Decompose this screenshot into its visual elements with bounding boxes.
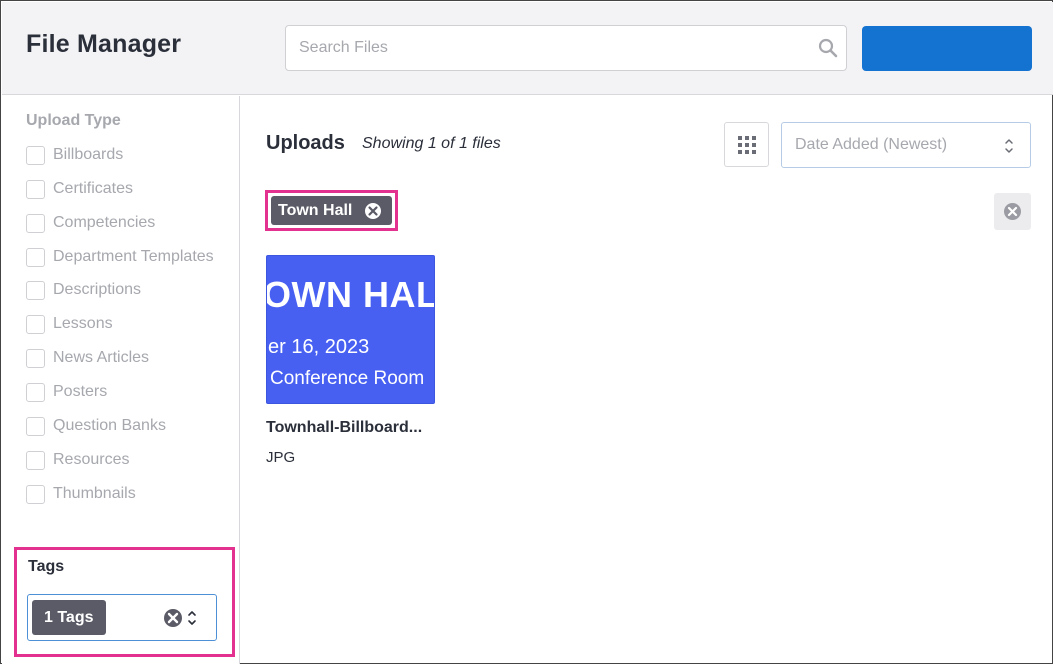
upload-type-item[interactable]: Department Templates <box>26 246 226 267</box>
sort-selected-value: Date Added (Newest) <box>795 136 948 153</box>
top-header: File Manager <box>2 2 1053 95</box>
tags-count-badge: 1 Tags <box>32 600 106 635</box>
checkbox[interactable] <box>26 180 45 199</box>
upload-type-item[interactable]: Question Banks <box>26 415 226 436</box>
upload-type-label: News Articles <box>53 349 150 366</box>
file-card[interactable]: OWN HAL er 16, 2023 Conference Room Town… <box>266 255 436 466</box>
upload-type-label: Descriptions <box>53 281 142 298</box>
upload-type-list: Billboards Certificates Competencies Dep… <box>26 144 226 504</box>
clear-filters-button[interactable] <box>994 193 1031 230</box>
upload-type-item[interactable]: Certificates <box>26 178 226 199</box>
upload-type-label: Thumbnails <box>53 485 136 502</box>
checkbox[interactable] <box>26 485 45 504</box>
tags-select[interactable]: 1 Tags <box>27 594 217 641</box>
thumbnail-text: er 16, 2023 <box>268 336 370 358</box>
remove-filter-icon[interactable] <box>364 202 382 220</box>
upload-type-item[interactable]: Posters <box>26 381 226 402</box>
checkbox[interactable] <box>26 451 45 470</box>
checkbox[interactable] <box>26 281 45 300</box>
checkbox[interactable] <box>26 383 45 402</box>
uploads-title: Uploads <box>266 132 345 154</box>
clear-tags-icon[interactable] <box>163 608 183 628</box>
clear-icon <box>1004 203 1021 220</box>
upload-type-label: Posters <box>53 383 108 400</box>
upload-type-item[interactable]: Descriptions <box>26 279 226 300</box>
upload-type-item[interactable]: Lessons <box>26 313 226 334</box>
checkbox[interactable] <box>26 315 45 334</box>
upload-type-item[interactable]: News Articles <box>26 347 226 368</box>
filter-chip-label: Town Hall <box>278 202 353 219</box>
file-name[interactable]: Townhall-Billboard... <box>266 419 436 437</box>
upload-type-label: Certificates <box>53 180 134 197</box>
upload-type-label: Competencies <box>53 214 156 231</box>
tags-heading: Tags <box>28 558 65 575</box>
app-window: File Manager Upload Type Billboards Cert… <box>0 0 1053 664</box>
sort-select[interactable]: Date Added (Newest) <box>781 122 1031 168</box>
upload-type-label: Department Templates <box>53 248 214 265</box>
tags-filter-panel: Tags 1 Tags <box>14 547 235 657</box>
checkbox[interactable] <box>26 248 45 267</box>
grid-icon <box>738 136 756 154</box>
active-filter-highlight: Town Hall <box>265 190 398 231</box>
grid-view-button[interactable] <box>724 122 769 167</box>
checkbox[interactable] <box>26 146 45 165</box>
file-type: JPG <box>266 449 296 466</box>
select-arrows-icon[interactable] <box>186 606 198 630</box>
page-title: File Manager <box>26 30 182 58</box>
upload-type-label: Lessons <box>53 315 113 332</box>
upload-type-heading: Upload Type <box>26 112 121 129</box>
upload-button[interactable] <box>862 26 1032 71</box>
search-input[interactable] <box>286 26 806 70</box>
upload-type-item[interactable]: Thumbnails <box>26 483 226 504</box>
checkbox[interactable] <box>26 417 45 436</box>
filter-sidebar: Upload Type Billboards Certificates Comp… <box>2 96 240 664</box>
upload-type-item[interactable]: Resources <box>26 449 226 470</box>
select-arrows-icon <box>1005 139 1013 153</box>
upload-type-label: Resources <box>53 451 130 468</box>
thumbnail-text: Conference Room <box>270 368 425 389</box>
search-icon[interactable] <box>818 38 838 58</box>
active-filter-chip[interactable]: Town Hall <box>271 196 392 225</box>
search-box[interactable] <box>285 25 847 71</box>
upload-type-label: Question Banks <box>53 417 166 434</box>
checkbox[interactable] <box>26 214 45 233</box>
results-count: Showing 1 of 1 files <box>362 135 501 152</box>
checkbox[interactable] <box>26 349 45 368</box>
file-thumbnail[interactable]: OWN HAL er 16, 2023 Conference Room <box>266 255 435 404</box>
thumbnail-text: OWN HAL <box>266 274 435 315</box>
upload-type-label: Billboards <box>53 146 124 163</box>
main-content: Uploads Showing 1 of 1 files Date Added … <box>241 96 1053 664</box>
upload-type-item[interactable]: Competencies <box>26 212 226 233</box>
upload-type-item[interactable]: Billboards <box>26 144 226 165</box>
